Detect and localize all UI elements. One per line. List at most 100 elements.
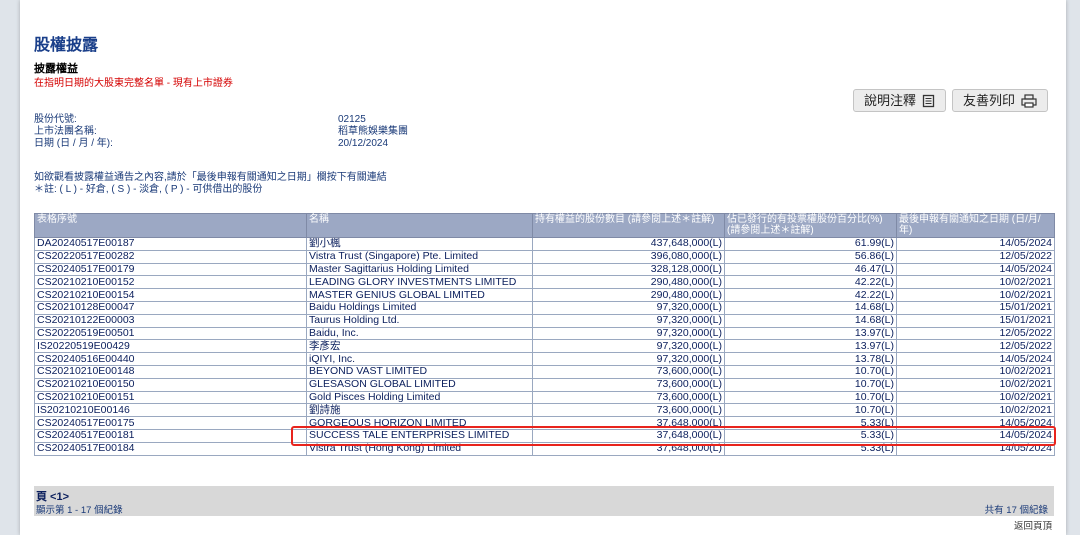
shareholders-table: 表格序號 名稱 持有權益的股份數目 (請參閱上述＊註解) 佔已發行的有投票權股份… [34,213,1055,456]
form-serial-link[interactable]: CS20210210E00148 [34,364,307,379]
form-serial-link[interactable]: CS20220519E00501 [34,326,307,341]
instruction-line: 如欲觀看披露權益通告之內容,請於「最後申報有關通知之日期」欄按下有關連結 [34,172,387,183]
shares-cell: 396,080,000(L) [532,249,725,264]
percentage-cell: 42.22(L) [724,288,897,302]
notice-date-link[interactable]: 10/02/2021 [896,275,1055,290]
table-header-row: 表格序號 名稱 持有權益的股份數目 (請參閱上述＊註解) 佔已發行的有投票權股份… [34,213,1055,238]
info-label: 上市法團名稱: [34,126,97,137]
form-serial-link[interactable]: CS20240517E00181 [34,428,307,443]
col-last-notice-date[interactable]: 最後申報有關通知之日期 (日/月/年) [896,213,1055,238]
shares-cell: 290,480,000(L) [532,288,725,302]
notice-date-link[interactable]: 10/02/2021 [896,364,1055,379]
table-row: CS20210210E00148 BEYOND VAST LIMITED 73,60… [34,364,1055,379]
notice-date-link[interactable]: 14/05/2024 [896,262,1055,277]
table-row: IS20220519E00429 李彥宏 97,320,000(L) 13.97(L)… [34,339,1055,354]
percentage-cell: 10.70(L) [724,403,897,418]
table-row: DA20240517E00187 劉小楓 437,648,000(L) 61.99(L… [34,237,1055,251]
notes-button-label: 說明注釋 [863,93,916,108]
holder-name-cell: MASTER GENIUS GLOBAL LIMITED [306,288,533,302]
holder-name-cell: Baidu Holdings Limited [306,300,533,315]
table-row: CS20210210E00151 Gold Pisces Holding Limi… [34,390,1055,405]
total-records: 共有 17 個紀錄 [984,505,1048,516]
form-serial-link[interactable]: CS20210210E00152 [34,275,307,290]
notice-date-link[interactable]: 14/05/2024 [896,352,1055,366]
shares-cell: 73,600,000(L) [532,364,725,379]
info-row: 股份代號: 02125 [34,114,408,126]
shares-cell: 97,320,000(L) [532,326,725,341]
notice-date-link[interactable]: 12/05/2022 [896,249,1055,264]
info-row: 上市法團名稱: 稻草熊娛樂集團 [34,126,408,138]
holder-name-cell: 劉小楓 [306,237,533,251]
shares-cell: 97,320,000(L) [532,352,725,366]
table-row: CS20220519E00501 Baidu, Inc. 97,320,000(L)… [34,326,1055,341]
form-serial-link[interactable]: CS20220517E00282 [34,249,307,264]
holder-name-cell: GLESASON GLOBAL LIMITED [306,377,533,392]
form-serial-link[interactable]: CS20240516E00440 [34,352,307,366]
percentage-cell: 46.47(L) [724,262,897,277]
form-serial-link[interactable]: CS20210210E00154 [34,288,307,302]
notice-date-link[interactable]: 15/01/2021 [896,300,1055,315]
col-percentage[interactable]: 佔已發行的有投票權股份百分比(%) (請參閱上述＊註解) [724,213,897,238]
shares-cell: 73,600,000(L) [532,403,725,418]
form-serial-link[interactable]: CS20210122E00003 [34,313,307,328]
holder-name-cell: 劉詩施 [306,403,533,418]
shares-cell: 73,600,000(L) [532,390,725,405]
notice-date-link[interactable]: 14/05/2024 [896,237,1055,251]
form-serial-link[interactable]: CS20210210E00150 [34,377,307,392]
back-to-top-link[interactable]: 返回頁頂 [1014,518,1052,532]
shares-cell: 437,648,000(L) [532,237,725,251]
toolbar: 說明注釋 友善列印 [852,89,1048,112]
percentage-cell: 56.86(L) [724,249,897,264]
notice-date-link[interactable]: 15/01/2021 [896,313,1055,328]
info-row: 日期 (日 / 月 / 年): 20/12/2024 [34,138,408,150]
holder-name-cell: 李彥宏 [306,339,533,354]
instructions: 如欲觀看披露權益通告之內容,請於「最後申報有關通知之日期」欄按下有關連結 ＊註:… [34,172,387,196]
notes-button[interactable]: 說明注釋 [852,89,946,112]
form-serial-link[interactable]: IS20220519E00429 [34,339,307,354]
shares-cell: 97,320,000(L) [532,313,725,328]
table-row: CS20210210E00152 LEADING GLORY INVESTMENT… [34,275,1055,290]
notice-date-link[interactable]: 12/05/2022 [896,339,1055,354]
form-serial-link[interactable]: CS20210210E00151 [34,390,307,405]
percentage-cell: 13.78(L) [724,352,897,366]
info-label: 日期 (日 / 月 / 年): [34,138,113,149]
col-name[interactable]: 名稱 [306,213,533,238]
disclosure-panel: 股權披露 披露權益 在指明日期的大股東完整名單 - 現有上市證券 說明注釋 友善… [20,0,1066,535]
percentage-cell: 10.70(L) [724,377,897,392]
shares-cell: 328,128,000(L) [532,262,725,277]
form-serial-link[interactable]: CS20210128E00047 [34,300,307,315]
notice-date-link[interactable]: 10/02/2021 [896,377,1055,392]
holder-name-cell: BEYOND VAST LIMITED [306,364,533,379]
col-form-serial[interactable]: 表格序號 [34,213,307,238]
notice-date-link[interactable]: 12/05/2022 [896,326,1055,341]
holder-name-cell: Vistra Trust (Singapore) Pte. Limited [306,249,533,264]
form-serial-link[interactable]: CS20240517E00184 [34,441,307,456]
notice-date-link[interactable]: 10/02/2021 [896,390,1055,405]
page-subnote: 在指明日期的大股東完整名單 - 現有上市證券 [34,78,233,89]
table-footer: 頁 <1> 顯示第 1 - 17 個紀錄 共有 17 個紀錄 [34,486,1054,516]
percentage-cell: 13.97(L) [724,339,897,354]
percentage-cell: 61.99(L) [724,237,897,251]
percentage-cell: 10.70(L) [724,364,897,379]
percentage-cell: 13.97(L) [724,326,897,341]
shares-cell: 290,480,000(L) [532,275,725,290]
print-button-label: 友善列印 [962,93,1015,108]
form-serial-link[interactable]: CS20240517E00179 [34,262,307,277]
holder-name-cell: Taurus Holding Ltd. [306,313,533,328]
notice-date-link[interactable]: 10/02/2021 [896,288,1055,302]
shares-cell: 97,320,000(L) [532,300,725,315]
table-row: CS20210210E00150 GLESASON GLOBAL LIMITED 7… [34,377,1055,392]
shares-cell: 73,600,000(L) [532,377,725,392]
info-label: 股份代號: [34,114,77,125]
notice-date-link[interactable]: 10/02/2021 [896,403,1055,418]
table-row: CS20240516E00440 iQIYI, Inc. 97,320,000(L)… [34,352,1055,366]
form-serial-link[interactable]: CS20240517E00175 [34,416,307,430]
holder-name-cell: Baidu, Inc. [306,326,533,341]
shares-cell: 97,320,000(L) [532,339,725,354]
col-shares[interactable]: 持有權益的股份數目 (請參閱上述＊註解) [532,213,725,238]
form-serial-link[interactable]: IS20210210E00146 [34,403,307,418]
print-button[interactable]: 友善列印 [951,89,1048,112]
percentage-cell: 42.22(L) [724,275,897,290]
form-serial-link[interactable]: DA20240517E00187 [34,237,307,251]
table-row: CS20210210E00154 MASTER GENIUS GLOBAL LIM… [34,288,1055,302]
